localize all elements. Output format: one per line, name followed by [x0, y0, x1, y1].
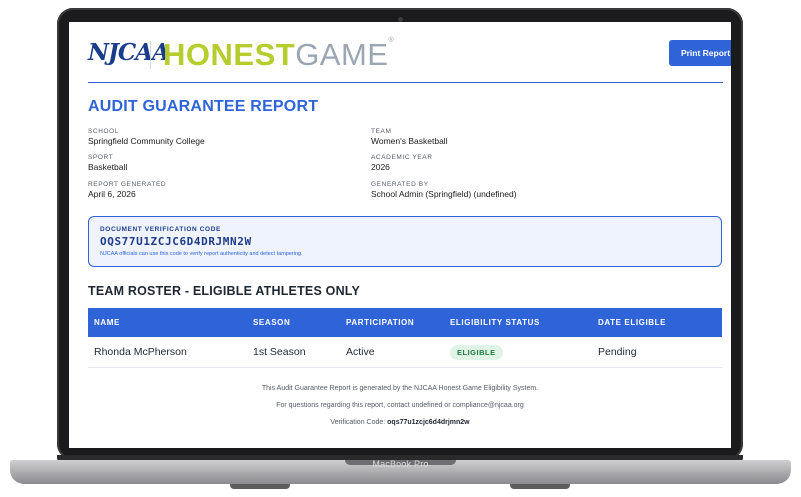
athlete-name: Rhonda McPherson [94, 346, 187, 358]
athlete-season: 1st Season [253, 346, 306, 358]
field-label: TEAM [371, 128, 392, 135]
column-header-season: SEASON [253, 318, 291, 327]
athlete-date-eligible: Pending [598, 346, 637, 358]
device-label: MacBook Pro [372, 459, 429, 469]
field-sport: SPORT Basketball [88, 153, 127, 173]
field-value: Springfield Community College [88, 136, 205, 146]
table-row: Rhonda McPherson 1st Season Active ELIGI… [88, 337, 722, 368]
table-header: NAME SEASON PARTICIPATION ELIGIBILITY ST… [88, 308, 722, 337]
footer-verification-code: oqs77u1zcjc6d4drjmn2w [387, 419, 470, 426]
njcaa-logo: NJCAA [88, 39, 170, 66]
field-value: Basketball [88, 162, 128, 172]
field-academic-year: ACADEMIC YEAR 2026 [371, 153, 433, 173]
laptop-foot-right [510, 484, 570, 489]
field-label: ACADEMIC YEAR [371, 154, 433, 161]
print-report-button[interactable]: Print Report [669, 40, 731, 66]
honest-game-logo: HONESTGAME® [163, 37, 394, 73]
verification-note: NJCAA officials can use this code to ver… [100, 251, 303, 257]
eligibility-status-badge: ELIGIBLE [450, 344, 503, 360]
footer-line-2: For questions regarding this report, con… [276, 402, 524, 409]
field-team: TEAM Women's Basketball [371, 127, 448, 147]
footer-verification-prefix: Verification Code: [330, 419, 388, 426]
footer-line-1: This Audit Guarantee Report is generated… [261, 385, 539, 392]
field-generated-by: GENERATED BY School Admin (Springfield) … [371, 180, 517, 200]
logo-divider [150, 41, 151, 69]
laptop-foot-left [230, 484, 290, 489]
eligibility-cell: ELIGIBLE [444, 344, 592, 360]
roster-title: TEAM ROSTER - ELIGIBLE ATHLETES ONLY [88, 284, 361, 298]
verification-box: DOCUMENT VERIFICATION CODE OQS77U1ZCJC6D… [88, 216, 722, 267]
athlete-participation: Active [346, 346, 375, 358]
footer-verification: Verification Code: oqs77u1zcjc6d4drjmn2w [69, 419, 731, 426]
field-school: SCHOOL Springfield Community College [88, 127, 205, 147]
field-value: 2026 [371, 162, 390, 172]
registered-mark: ® [388, 37, 395, 44]
field-value: Women's Basketball [371, 136, 448, 146]
field-label: SPORT [88, 154, 114, 161]
column-header-participation: PARTICIPATION [346, 318, 415, 327]
field-value: April 6, 2026 [88, 189, 136, 199]
verification-label: DOCUMENT VERIFICATION CODE [100, 226, 221, 233]
column-header-eligibility-status: ELIGIBILITY STATUS [450, 318, 540, 327]
column-header-name: NAME [94, 318, 120, 327]
roster-table: NAME SEASON PARTICIPATION ELIGIBILITY ST… [88, 308, 722, 368]
field-value: School Admin (Springfield) (undefined) [371, 189, 517, 199]
report-screen: NJCAA HONESTGAME® Print Report AUDIT GUA… [69, 22, 731, 448]
report-header: NJCAA HONESTGAME® Print Report [88, 36, 731, 83]
laptop-mockup: NJCAA HONESTGAME® Print Report AUDIT GUA… [0, 0, 801, 497]
field-label: REPORT GENERATED [88, 181, 167, 188]
report-title: AUDIT GUARANTEE REPORT [88, 98, 319, 115]
field-label: SCHOOL [88, 128, 120, 135]
logo-game-word: GAME [295, 37, 389, 72]
verification-code: OQS77U1ZCJC6D4DRJMN2W [100, 235, 252, 248]
column-header-date-eligible: DATE ELIGIBLE [598, 318, 667, 327]
field-label: GENERATED BY [371, 181, 429, 188]
logo-honest-word: HONEST [163, 37, 296, 72]
field-report-generated: REPORT GENERATED April 6, 2026 [88, 180, 166, 200]
